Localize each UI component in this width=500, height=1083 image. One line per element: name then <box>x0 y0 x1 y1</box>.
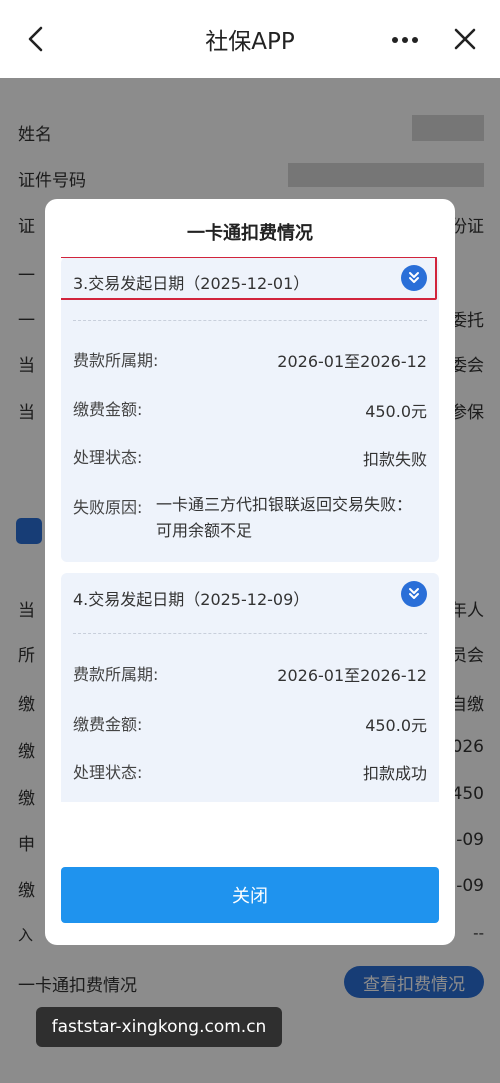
field-label: 处理状态: <box>73 448 143 467</box>
close-window-button[interactable] <box>448 22 482 56</box>
record-card: 3.交易发起日期（2025-12-01） 费款所属期: 2026-01至2026… <box>61 257 439 562</box>
status-value: 扣款失败 <box>362 450 427 469</box>
record-header-text: 3.交易发起日期（2025-12-01） <box>73 274 310 293</box>
modal-title: 一卡通扣费情况 <box>187 223 313 244</box>
app-bar: 社保APP <box>0 0 500 78</box>
deduction-modal: 一卡通扣费情况 3.交易发起日期（2025-12-01） 费款所属期: 2026… <box>45 199 455 945</box>
watermark-text: faststar-xingkong.com.cn <box>36 1007 282 1047</box>
divider <box>73 320 427 321</box>
field-label: 失败原因: <box>73 498 143 517</box>
failure-reason: 一卡通三方代扣银联返回交易失败：可用余额不足 <box>156 495 413 540</box>
record-header-text: 4.交易发起日期（2025-12-09） <box>73 590 310 609</box>
chevron-left-icon <box>28 26 43 52</box>
field-label: 缴费金额: <box>73 715 143 734</box>
chevron-double-down-icon[interactable] <box>401 265 427 291</box>
field-value: 450.0元 <box>365 402 427 421</box>
field-value: 450.0元 <box>365 716 427 735</box>
divider <box>73 633 427 634</box>
page-title: 社保APP <box>205 29 295 55</box>
close-modal-button[interactable]: 关闭 <box>61 867 439 923</box>
records-scroll-area[interactable]: 3.交易发起日期（2025-12-01） 费款所属期: 2026-01至2026… <box>61 257 439 802</box>
more-dots-icon <box>392 37 418 43</box>
close-icon <box>454 28 476 50</box>
record-header[interactable]: 4.交易发起日期（2025-12-09） <box>61 573 439 621</box>
more-button[interactable] <box>388 26 422 54</box>
field-value: 2026-01至2026-12 <box>277 352 427 371</box>
record-card: 4.交易发起日期（2025-12-09） 费款所属期: 2026-01至2026… <box>61 573 439 802</box>
field-label: 费款所属期: <box>73 351 159 370</box>
field-label: 处理状态: <box>73 763 143 782</box>
field-label: 费款所属期: <box>73 665 159 684</box>
field-label: 缴费金额: <box>73 400 143 419</box>
field-value: 2026-01至2026-12 <box>277 666 427 685</box>
chevron-double-down-icon[interactable] <box>401 581 427 607</box>
back-button[interactable] <box>18 22 52 56</box>
status-value: 扣款成功 <box>362 764 427 783</box>
record-header[interactable]: 3.交易发起日期（2025-12-01） <box>61 257 439 305</box>
